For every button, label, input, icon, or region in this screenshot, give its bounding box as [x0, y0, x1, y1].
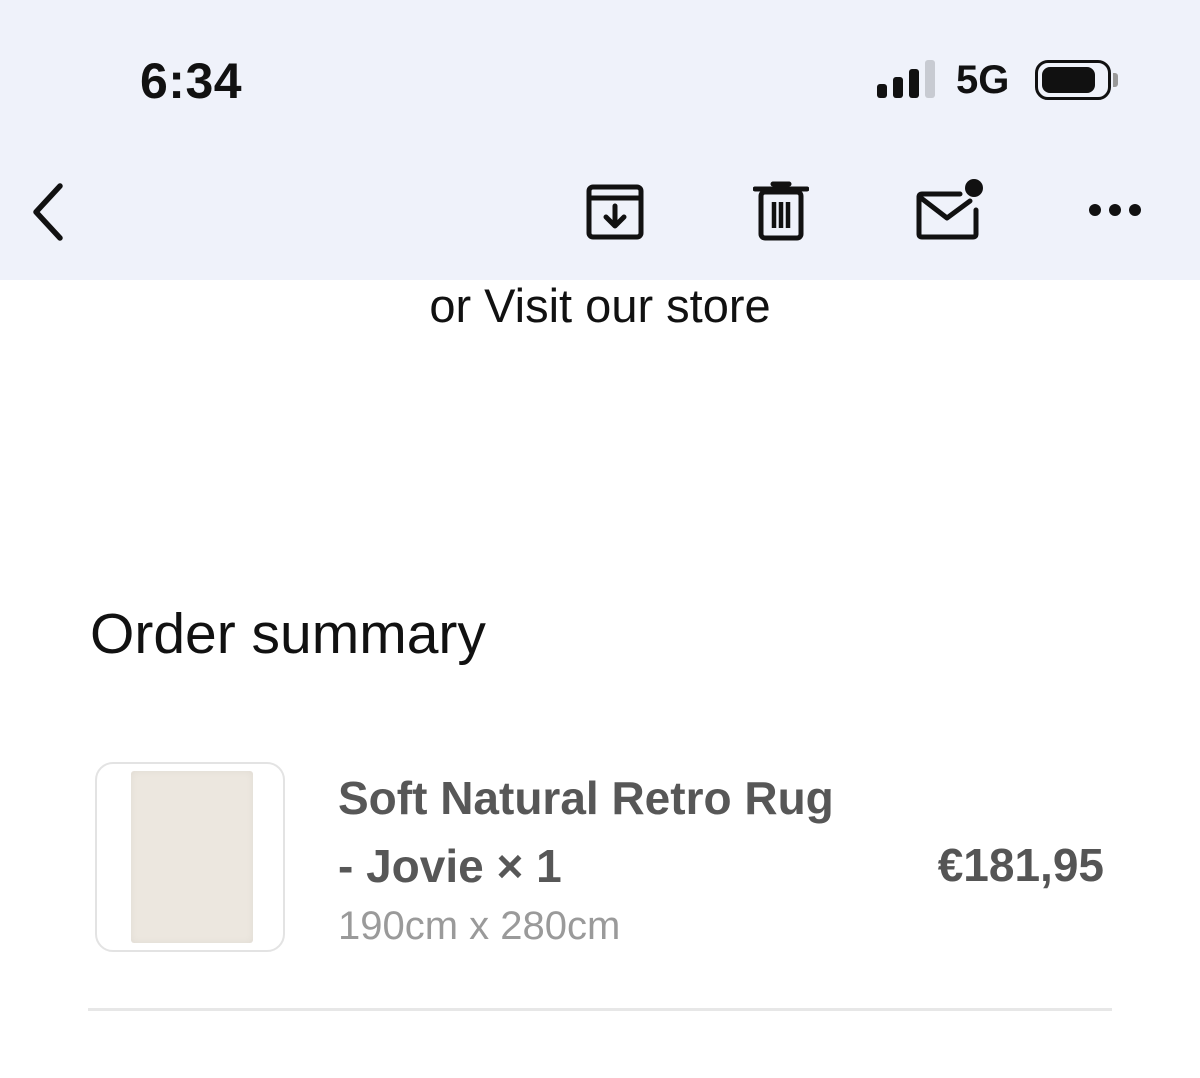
- mail-unread-icon: [916, 179, 983, 240]
- top-chrome: 6:34 5G: [0, 0, 1200, 280]
- battery-icon: [1035, 60, 1111, 100]
- product-name: Soft Natural Retro Rug - Jovie × 1: [338, 772, 834, 892]
- archive-icon: [586, 184, 644, 240]
- delete-button[interactable]: [746, 176, 816, 246]
- back-button[interactable]: [18, 176, 78, 248]
- more-horizontal-icon: [1089, 204, 1141, 216]
- status-time: 6:34: [140, 53, 243, 109]
- product-thumbnail: [95, 762, 285, 952]
- visit-store-link[interactable]: or Visit our store: [0, 278, 1200, 333]
- network-type: 5G: [956, 58, 1010, 102]
- divider: [88, 1008, 1112, 1011]
- rug-image: [131, 771, 253, 943]
- product-variant: 190cm x 280cm: [338, 904, 621, 948]
- archive-button[interactable]: [578, 176, 652, 246]
- signal-strength-icon: [877, 60, 939, 98]
- order-summary-title: Order summary: [90, 602, 486, 666]
- product-price: €181,95: [937, 839, 1104, 891]
- mark-unread-button[interactable]: [910, 172, 988, 246]
- trash-icon: [753, 181, 809, 241]
- more-button[interactable]: [1082, 190, 1148, 230]
- chevron-left-icon: [33, 183, 63, 241]
